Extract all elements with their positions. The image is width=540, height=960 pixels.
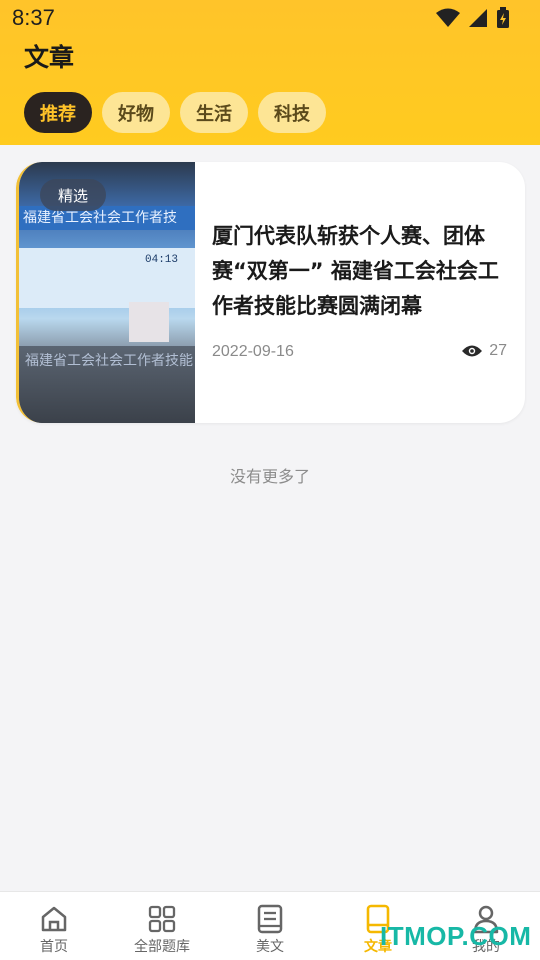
- list-end-text: 没有更多了: [229, 467, 310, 486]
- article-thumbnail: 福建省工会社会工作者技 04:13 福建省工会社会工作者技能 精选: [16, 162, 195, 423]
- category-tabs: 推荐 好物 生活 科技: [24, 92, 326, 133]
- tab-life[interactable]: 生活: [180, 92, 248, 133]
- home-icon: [41, 906, 67, 932]
- tabbar-item-home[interactable]: 首页: [0, 892, 108, 960]
- article-title[interactable]: 厦门代表队斩获个人赛、团体赛“双第一” 福建省工会社会工作者技能比赛圆满闭幕: [212, 219, 508, 324]
- article-views: 27: [461, 342, 507, 360]
- tabbar-item-question-bank[interactable]: 全部题库: [108, 892, 216, 960]
- status-time: 8:37: [12, 5, 55, 30]
- thumbnail-stage: [129, 302, 169, 342]
- status-icons: [436, 7, 510, 29]
- article-date: 2022-09-16: [212, 343, 294, 360]
- eye-icon: [462, 345, 483, 357]
- tab-recommend[interactable]: 推荐: [24, 92, 92, 133]
- tabbar-label-question-bank: 全部题库: [134, 939, 190, 955]
- tabbar-label-essays: 美文: [256, 939, 284, 955]
- wifi-icon: [436, 8, 460, 27]
- grid-icon: [148, 905, 176, 933]
- thumbnail-banner: 福建省工会社会工作者技: [19, 206, 195, 230]
- battery-icon: [497, 7, 509, 28]
- featured-badge: 精选: [40, 179, 106, 211]
- tabbar-label-home: 首页: [40, 939, 68, 955]
- thumbnail-screen: 04:13: [19, 248, 195, 308]
- status-bar: 8:37: [0, 0, 540, 36]
- tabbar-item-essays[interactable]: 美文: [216, 892, 324, 960]
- thumbnail-screen-text: 04:13: [145, 254, 179, 266]
- article-card[interactable]: 福建省工会社会工作者技 04:13 福建省工会社会工作者技能 精选 厦门代表队斩…: [16, 162, 525, 423]
- book-icon: [257, 904, 283, 934]
- tab-goods[interactable]: 好物: [102, 92, 170, 133]
- signal-icon: [469, 9, 487, 27]
- view-count: 27: [489, 342, 507, 359]
- page-title: 文章: [24, 43, 75, 72]
- watermark-text: ITMOP.COM: [380, 921, 532, 951]
- thumbnail-lower-text: 福建省工会社会工作者技能: [25, 353, 193, 369]
- header: 8:37 文章 推荐 好物 生活 科技: [0, 0, 540, 145]
- tab-tech[interactable]: 科技: [258, 92, 326, 133]
